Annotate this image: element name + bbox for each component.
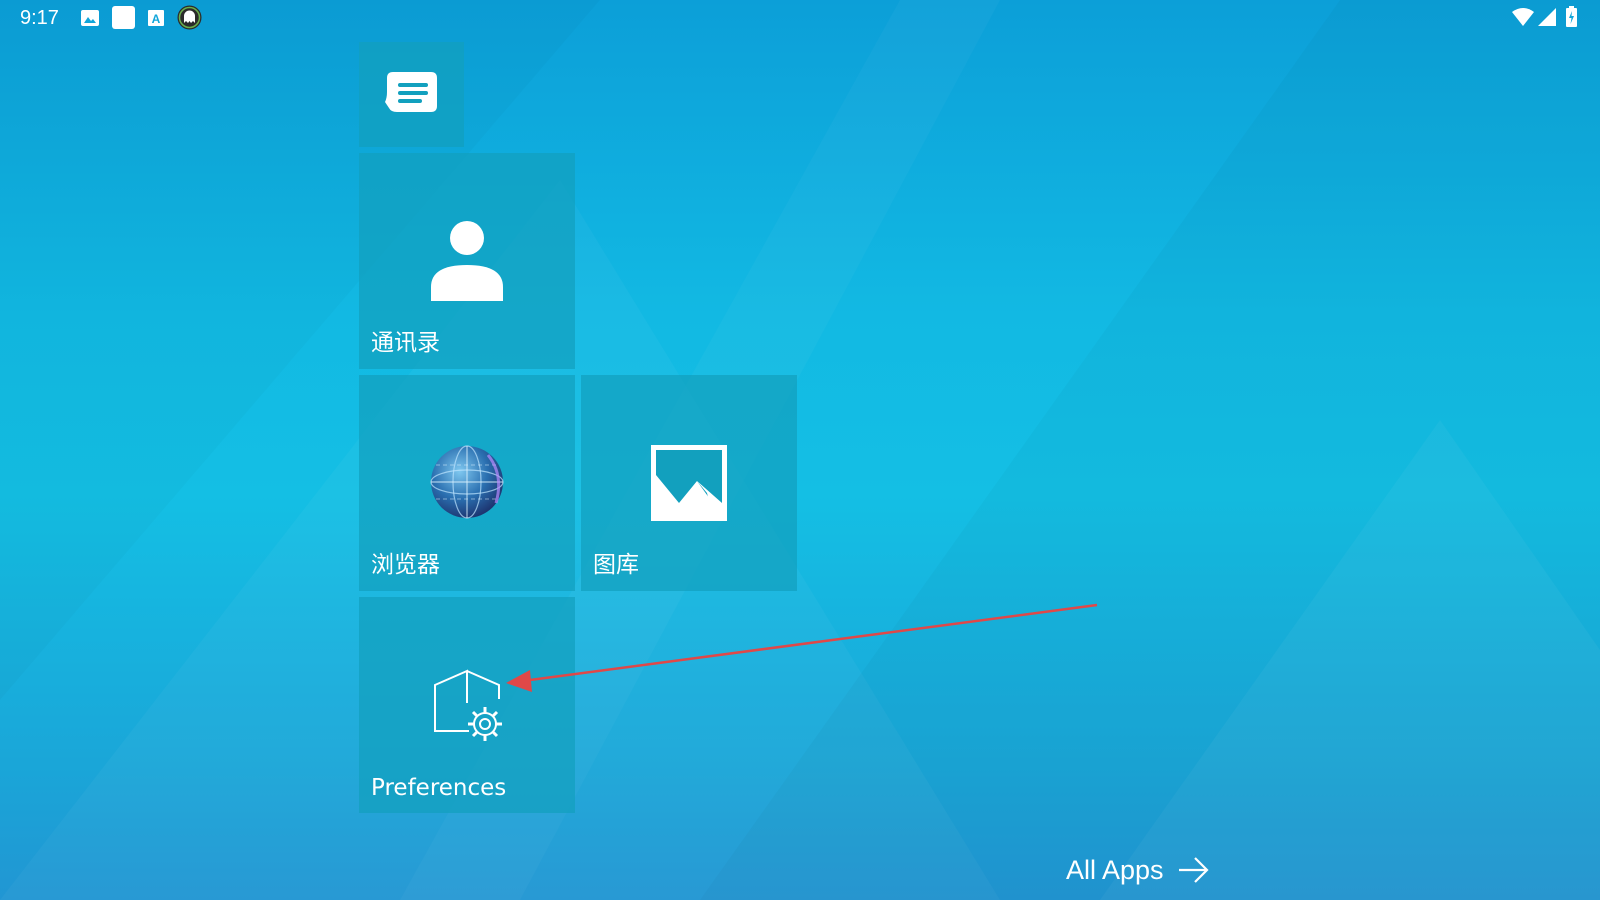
white-square-icon bbox=[112, 6, 135, 29]
all-apps-button[interactable]: All Apps bbox=[1066, 853, 1210, 887]
tile-contacts[interactable]: 通讯录 bbox=[359, 153, 575, 369]
wallpaper-shapes bbox=[1100, 420, 1600, 900]
home-screen: 9:17 A 通讯录 浏览器 图库 Preferences All Apps bbox=[0, 0, 1600, 900]
person-icon bbox=[431, 221, 503, 301]
globe-icon bbox=[430, 445, 504, 519]
image-icon bbox=[81, 10, 99, 26]
message-icon bbox=[385, 72, 437, 112]
tile-browser-label: 浏览器 bbox=[371, 552, 440, 578]
tile-gallery-label: 图库 bbox=[593, 552, 639, 578]
wifi-icon bbox=[1512, 8, 1534, 26]
tile-preferences[interactable]: Preferences bbox=[359, 597, 575, 813]
tile-contacts-label: 通讯录 bbox=[371, 330, 440, 356]
battery-charging-icon bbox=[1566, 6, 1577, 27]
svg-text:A: A bbox=[152, 12, 161, 26]
signal-icon bbox=[1538, 8, 1556, 26]
font-a-icon: A bbox=[148, 10, 164, 26]
ghost-app-icon bbox=[177, 5, 202, 30]
home-settings-icon bbox=[434, 669, 502, 741]
tile-preferences-label: Preferences bbox=[371, 775, 507, 801]
all-apps-label: All Apps bbox=[1066, 854, 1164, 885]
status-bar: 9:17 A bbox=[0, 0, 1600, 36]
tile-gallery[interactable]: 图库 bbox=[581, 375, 797, 591]
picture-icon bbox=[651, 445, 727, 521]
tile-browser[interactable]: 浏览器 bbox=[359, 375, 575, 591]
arrow-right-icon bbox=[1178, 857, 1209, 883]
tile-messages[interactable] bbox=[359, 42, 464, 147]
status-time: 9:17 bbox=[20, 7, 59, 29]
